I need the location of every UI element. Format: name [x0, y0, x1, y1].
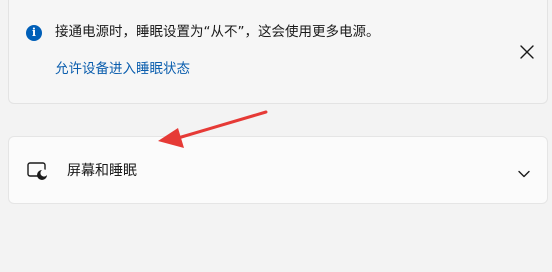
close-icon[interactable]	[517, 42, 537, 62]
info-message: 接通电源时，睡眠设置为“从不”，这会使用更多电源。	[55, 24, 380, 40]
screen-sleep-icon	[27, 161, 49, 181]
screen-and-sleep-setting[interactable]: 屏幕和睡眠	[8, 136, 548, 204]
chevron-down-icon[interactable]	[517, 165, 531, 178]
info-icon: i	[26, 25, 42, 41]
allow-sleep-link[interactable]: 允许设备进入睡眠状态	[55, 60, 190, 78]
screen-and-sleep-label: 屏幕和睡眠	[67, 163, 137, 179]
sleep-info-bar: i 接通电源时，睡眠设置为“从不”，这会使用更多电源。 允许设备进入睡眠状态	[8, 0, 548, 104]
settings-page: i 接通电源时，睡眠设置为“从不”，这会使用更多电源。 允许设备进入睡眠状态 屏…	[0, 0, 552, 272]
